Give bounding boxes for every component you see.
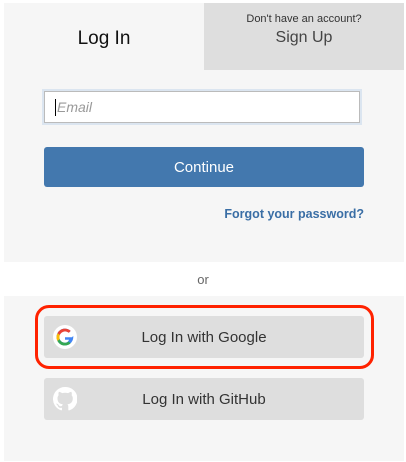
text-caret [55,98,56,116]
github-login-button[interactable]: Log In with GitHub [44,378,364,420]
tab-signup-label: Sign Up [275,29,333,46]
or-divider: or [197,272,209,287]
email-placeholder: Email [57,99,93,115]
github-icon [53,387,77,411]
forgot-password-link[interactable]: Forgot your password? [224,207,364,221]
signup-prompt: Don't have an account? [246,13,362,25]
tab-login-label: Log In [77,28,131,49]
tab-login[interactable]: Log In [4,3,204,70]
github-login-label: Log In with GitHub [142,390,266,408]
login-panel: Log In Don't have an account? Sign Up Em… [4,3,404,262]
continue-button[interactable]: Continue [44,147,364,187]
google-button-highlight [35,305,374,369]
email-input[interactable]: Email [44,91,360,123]
tab-signup[interactable]: Don't have an account? Sign Up [204,3,404,70]
